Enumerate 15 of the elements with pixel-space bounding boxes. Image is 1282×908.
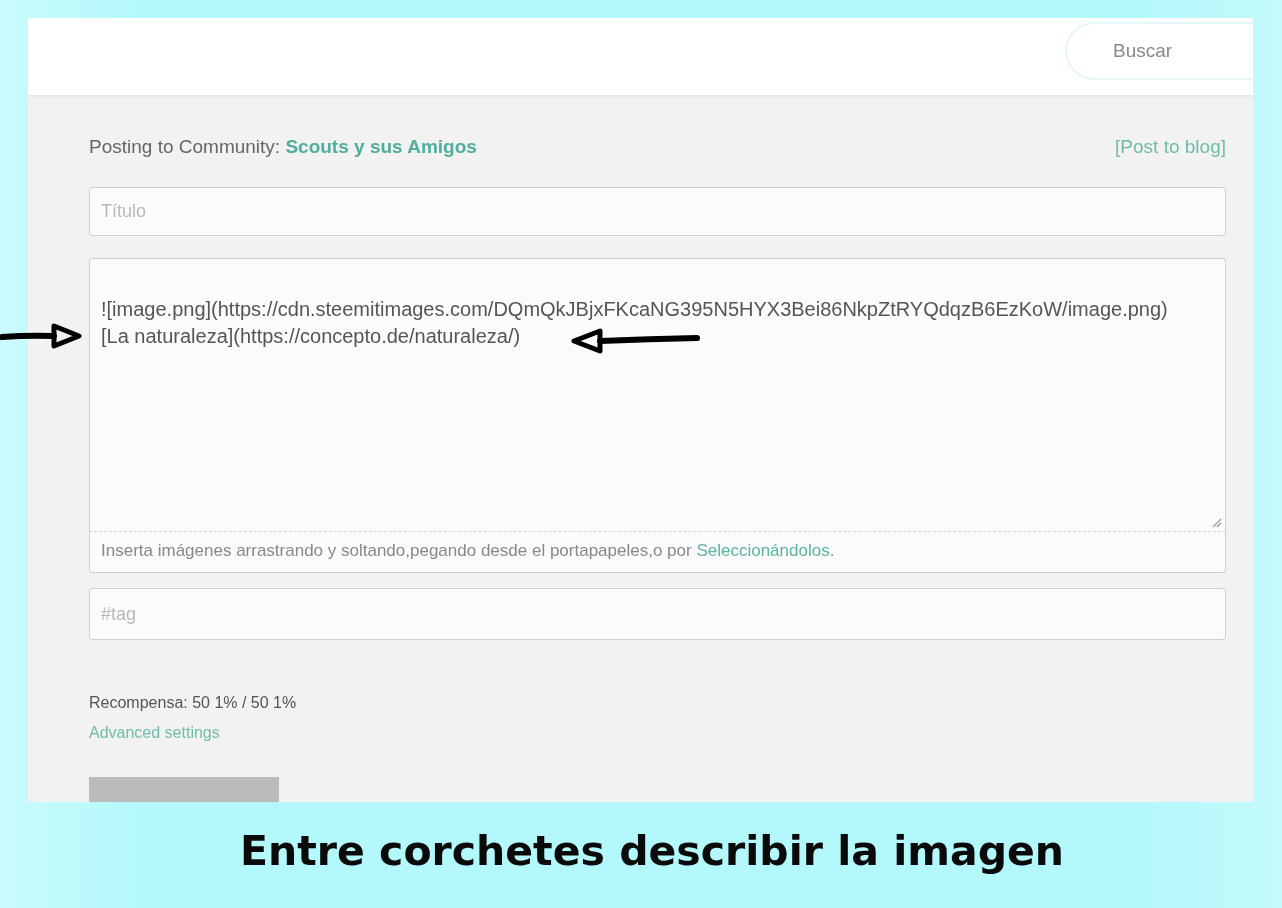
select-files-link[interactable]: Seleccionándolos <box>696 541 830 560</box>
post-to-blog-link[interactable]: [Post to blog] <box>1115 136 1226 158</box>
arrow-icon <box>570 326 700 356</box>
community-line: Posting to Community: Scouts y sus Amigos <box>89 136 477 158</box>
tags-field[interactable]: #tag <box>89 588 1226 640</box>
community-link[interactable]: Scouts y sus Amigos <box>285 136 477 157</box>
caption-text: Entre corchetes describir la imagen <box>240 827 1064 875</box>
body-field[interactable]: ![image.png](https://cdn.steemitimages.com/DQmQkJBjxFKcaNG395N5HYX3Bei86NkpZtRYQdqzB6EzKoW/image.png) [La naturaleza](https://concepto.de/naturaleza/) <box>89 258 1226 532</box>
search-field[interactable]: Buscar <box>1065 22 1253 80</box>
resize-handle-icon[interactable] <box>1212 518 1222 528</box>
reward-text: Recompensa: 50 1% / 50 1% <box>89 693 297 713</box>
hint-text: Inserta imágenes arrastrando y soltando,pegando desde el portapapeles,o por Seleccionándolos. <box>89 532 1226 573</box>
arrow-icon <box>0 321 82 351</box>
advanced-settings-link[interactable]: Advanced settings <box>89 718 220 748</box>
title-field[interactable]: Título <box>89 187 1226 236</box>
